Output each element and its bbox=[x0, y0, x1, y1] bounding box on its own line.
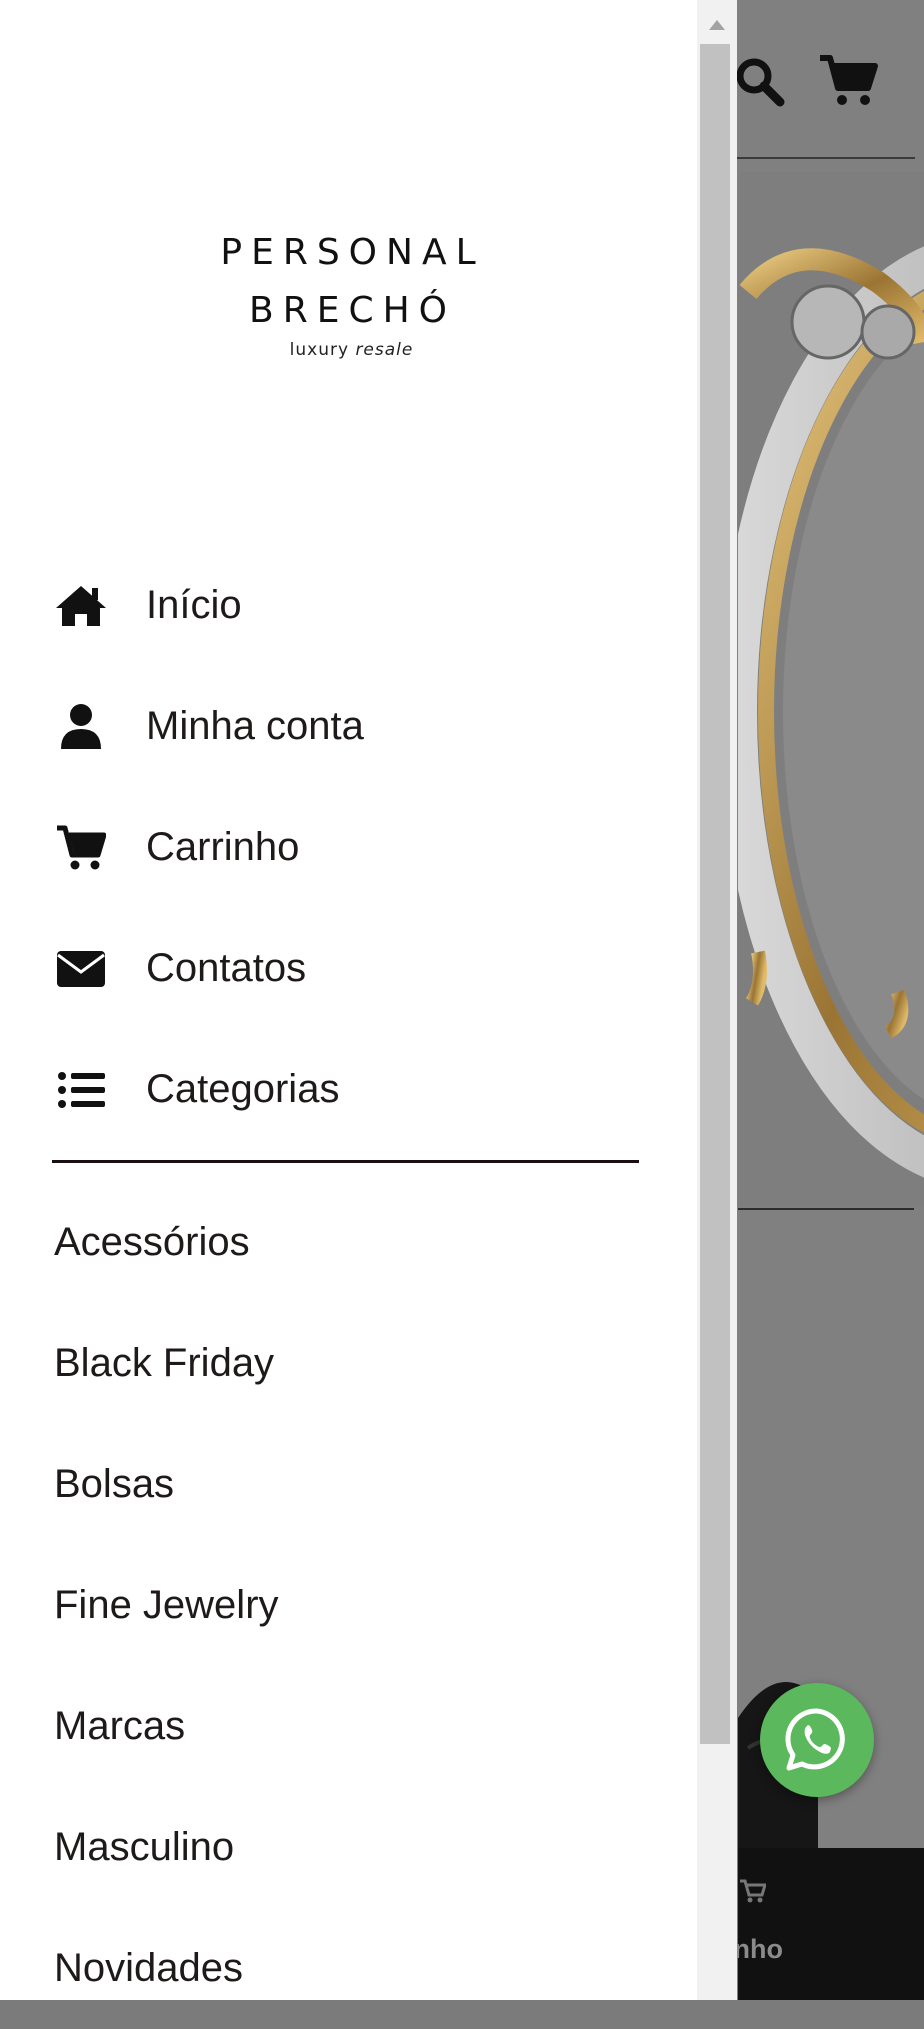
scroll-up-arrow-icon[interactable] bbox=[697, 8, 737, 42]
nav-divider bbox=[52, 1160, 639, 1163]
bottom-nav-label[interactable]: inho bbox=[726, 1934, 856, 1965]
category-item-novidades[interactable]: Novidades bbox=[54, 1908, 654, 2029]
nav-label: Contatos bbox=[146, 946, 307, 990]
cart-icon bbox=[54, 821, 108, 875]
search-icon[interactable] bbox=[734, 56, 786, 108]
scrollbar-thumb[interactable] bbox=[700, 44, 730, 1744]
section-divider bbox=[738, 1208, 914, 1210]
category-item-acessorios[interactable]: Acessórios bbox=[54, 1182, 654, 1303]
nav-item-categorias[interactable]: Categorias bbox=[54, 1029, 654, 1150]
nav-label: Carrinho bbox=[146, 825, 300, 869]
tagline-italic: resale bbox=[355, 340, 414, 360]
side-drawer: PERSONAL BRECHÓ luxury resale Início Min… bbox=[0, 0, 697, 2000]
nav-item-minha-conta[interactable]: Minha conta bbox=[54, 666, 654, 787]
category-item-bolsas[interactable]: Bolsas bbox=[54, 1424, 654, 1545]
category-item-marcas[interactable]: Marcas bbox=[54, 1666, 654, 1787]
tagline-plain: luxury bbox=[289, 340, 356, 360]
hero-banner[interactable] bbox=[719, 172, 924, 1206]
nav-item-inicio[interactable]: Início bbox=[54, 545, 654, 666]
logo-tagline: luxury resale bbox=[0, 340, 697, 360]
nav-label: Início bbox=[146, 583, 242, 627]
bottom-nav-bar bbox=[738, 1848, 924, 2000]
user-icon bbox=[54, 700, 108, 754]
main-nav: Início Minha conta Carrinho Contatos Cat… bbox=[54, 545, 654, 1150]
category-item-fine-jewelry[interactable]: Fine Jewelry bbox=[54, 1545, 654, 1666]
home-icon bbox=[54, 579, 108, 633]
list-icon bbox=[54, 1063, 108, 1117]
cart-icon[interactable] bbox=[818, 54, 878, 108]
nav-item-contatos[interactable]: Contatos bbox=[54, 908, 654, 1029]
envelope-icon bbox=[54, 942, 108, 996]
whatsapp-button[interactable] bbox=[760, 1683, 874, 1797]
header-divider bbox=[735, 157, 915, 159]
nav-item-carrinho[interactable]: Carrinho bbox=[54, 787, 654, 908]
category-list: Acessórios Black Friday Bolsas Fine Jewe… bbox=[54, 1182, 654, 2029]
nav-label: Minha conta bbox=[146, 704, 364, 748]
whatsapp-icon bbox=[785, 1708, 845, 1771]
category-item-masculino[interactable]: Masculino bbox=[54, 1787, 654, 1908]
category-item-black-friday[interactable]: Black Friday bbox=[54, 1303, 654, 1424]
logo-line-1: PERSONAL bbox=[220, 232, 485, 273]
ring-image bbox=[719, 246, 924, 1178]
drawer-scrollbar[interactable] bbox=[697, 0, 737, 2000]
logo-line-2: BRECHÓ bbox=[249, 290, 456, 331]
bottom-cart-icon[interactable] bbox=[738, 1878, 766, 1904]
brand-logo[interactable]: PERSONAL BRECHÓ luxury resale bbox=[0, 224, 697, 360]
nav-label: Categorias bbox=[146, 1067, 340, 1111]
